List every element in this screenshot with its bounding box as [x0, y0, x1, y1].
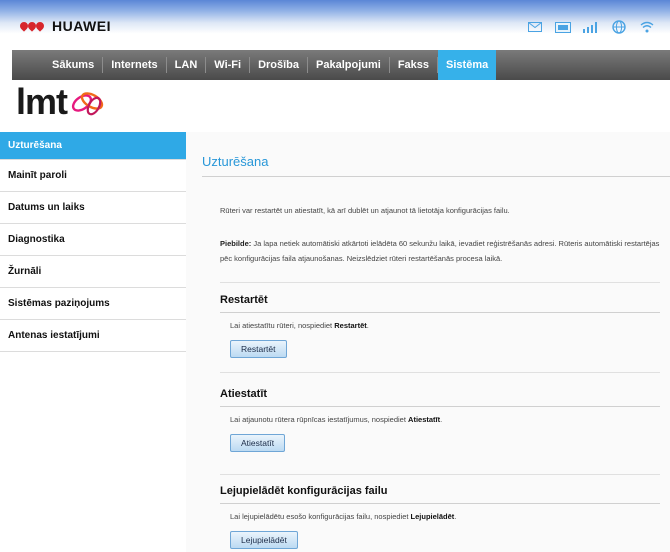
desc-prefix: Lai atiestatītu rūteri, nospiediet: [230, 321, 335, 330]
section-divider: [220, 474, 660, 475]
signal-icon: [582, 20, 600, 34]
section-description: Lai lejupielādētu esošo konfigurācijas f…: [220, 512, 660, 521]
brand-name: HUAWEI: [52, 18, 111, 34]
download-button[interactable]: Lejupielādēt: [230, 531, 298, 549]
nav-item-pakalpojumi[interactable]: Pakalpojumi: [308, 50, 389, 80]
desc-bold: Restartēt: [334, 321, 367, 330]
section-description: Lai atjaunotu rūtera rūpnīcas iestatījum…: [220, 415, 660, 424]
page-note: Piebilde: Ja lapa netiek automātiski atk…: [220, 236, 660, 266]
brand: HUAWEI: [18, 18, 111, 34]
reset-button[interactable]: Atiestatīt: [230, 434, 286, 452]
sidebar: Uzturēšana Mainīt paroli Datums un laiks…: [0, 132, 186, 352]
status-icons: [526, 20, 656, 34]
page-title: Uzturēšana: [202, 154, 269, 169]
mail-icon[interactable]: [526, 20, 544, 34]
section-reset: Atiestatīt Lai atjaunotu rūtera rūpnīcas…: [220, 388, 660, 452]
nav-item-sakums[interactable]: Sākums: [12, 50, 102, 80]
section-description: Lai atiestatītu rūteri, nospiediet Resta…: [220, 321, 660, 330]
section-download-config: Lejupielādēt konfigurācijas failu Lai le…: [220, 485, 660, 549]
top-banner: HUAWEI: [0, 0, 670, 48]
page-description: Rūteri var restartēt un atiestatīt, kā a…: [220, 206, 510, 215]
restart-button[interactable]: Restartēt: [230, 340, 287, 358]
desc-bold: Atiestatīt: [408, 415, 441, 424]
globe-icon: [610, 20, 628, 34]
desc-suffix: .: [440, 415, 443, 424]
nav-item-sistema[interactable]: Sistēma: [438, 50, 497, 80]
nav-item-fakss[interactable]: Fakss: [390, 50, 437, 80]
nav-item-wifi[interactable]: Wi-Fi: [206, 50, 249, 80]
nav-item-drosiba[interactable]: Drošība: [250, 50, 307, 80]
wifi-icon: [638, 20, 656, 34]
desc-prefix: Lai atjaunotu rūtera rūpnīcas iestatījum…: [230, 415, 409, 424]
sidebar-item-mainit-paroli[interactable]: Mainīt paroli: [0, 160, 186, 192]
sidebar-item-diagnostika[interactable]: Diagnostika: [0, 224, 186, 256]
sidebar-item-uzturesana[interactable]: Uzturēšana: [0, 132, 186, 160]
main-nav: Sākums Internets LAN Wi-Fi Drošība Pakal…: [12, 50, 670, 80]
section-title: Atiestatīt: [220, 388, 268, 400]
section-title: Lejupielādēt konfigurācijas failu: [220, 485, 388, 497]
section-title: Restartēt: [220, 294, 268, 306]
lmt-logo: lmt: [16, 84, 109, 120]
section-divider: [220, 372, 660, 373]
desc-suffix: .: [366, 321, 369, 330]
section-rule: [220, 503, 660, 504]
section-divider: [220, 282, 660, 283]
lmt-logo-text: lmt: [16, 81, 68, 122]
section-rule: [220, 406, 660, 407]
lmt-logo-icon: [71, 92, 104, 116]
desc-bold: Lejupielādēt: [410, 512, 455, 521]
main-content: Uzturēšana Rūteri var restartēt un aties…: [186, 132, 670, 552]
desc-suffix: .: [454, 512, 457, 521]
sidebar-item-datums-un-laiks[interactable]: Datums un laiks: [0, 192, 186, 224]
sms-icon[interactable]: [554, 20, 572, 34]
sidebar-item-antenas-iestatijumi[interactable]: Antenas iestatījumi: [0, 320, 186, 352]
section-restart: Restartēt Lai atiestatītu rūteri, nospie…: [220, 294, 660, 358]
sidebar-item-zurnali[interactable]: Žurnāli: [0, 256, 186, 288]
nav-item-lan[interactable]: LAN: [167, 50, 206, 80]
nav-item-internets[interactable]: Internets: [103, 50, 165, 80]
note-label: Piebilde:: [220, 239, 252, 248]
huawei-logo-icon: [18, 20, 46, 32]
note-bold-text: Ja lapa netiek automātiski atkārtoti iel…: [253, 239, 557, 248]
section-rule: [220, 312, 660, 313]
sidebar-item-sistemas-pazinojums[interactable]: Sistēmas paziņojums: [0, 288, 186, 320]
title-divider: [202, 176, 670, 177]
desc-prefix: Lai lejupielādētu esošo konfigurācijas f…: [230, 512, 411, 521]
